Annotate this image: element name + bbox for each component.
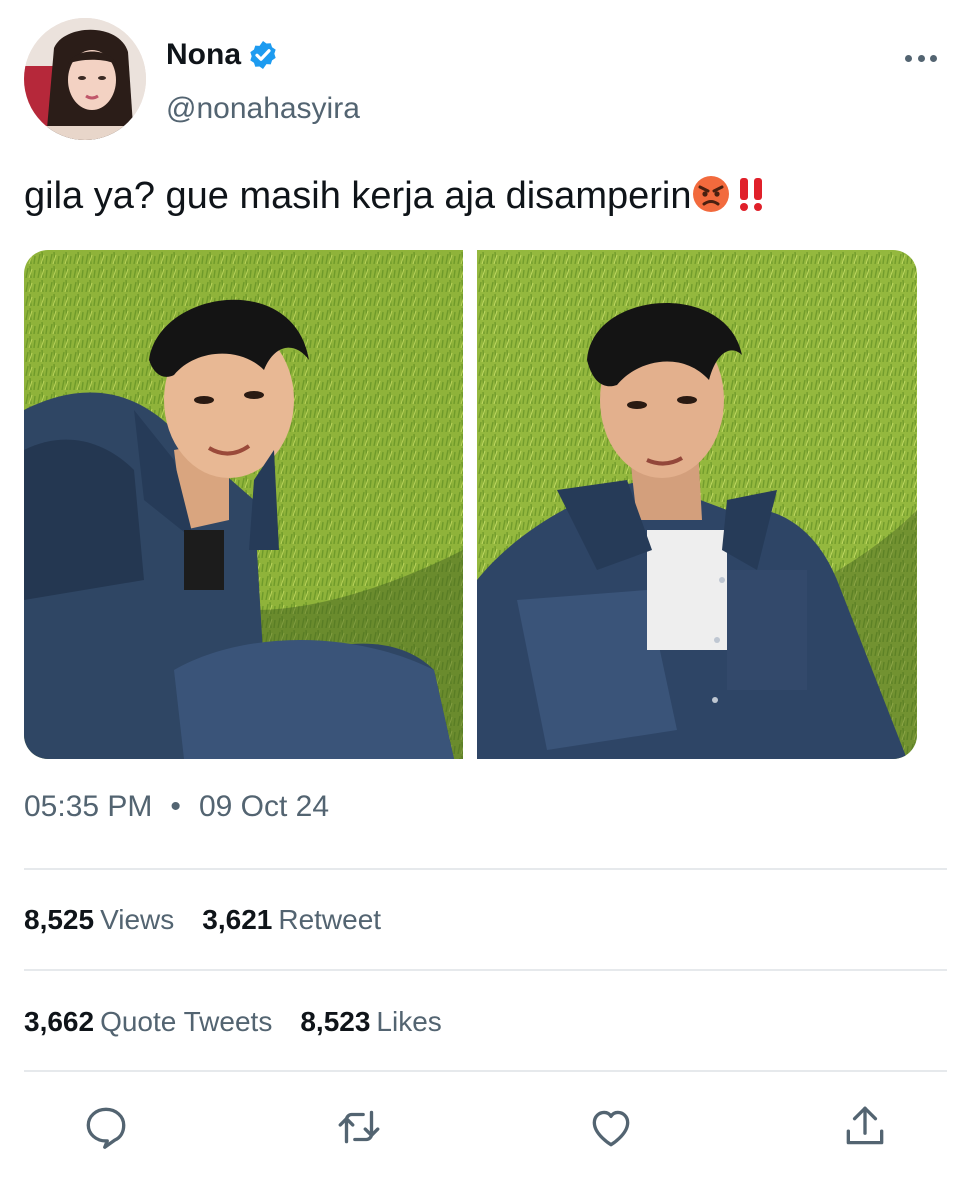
- display-name[interactable]: Nona: [166, 38, 279, 72]
- tweet-photo-1[interactable]: [24, 250, 463, 759]
- timestamp-separator: •: [170, 790, 181, 823]
- avatar-image: [24, 18, 146, 140]
- tweet-time: 05:35 PM: [24, 790, 153, 823]
- retweets-label: Retweet: [278, 904, 382, 935]
- retweets-count: 3,621: [202, 904, 273, 935]
- like-icon[interactable]: [586, 1102, 636, 1152]
- likes-label: Likes: [376, 1006, 442, 1037]
- user-handle[interactable]: @nonahasyira: [166, 92, 360, 126]
- angry-face-emoji: [691, 174, 731, 226]
- divider: [24, 969, 947, 971]
- quotes-label: Quote Tweets: [100, 1006, 273, 1037]
- reply-icon[interactable]: [81, 1102, 131, 1152]
- retweet-icon[interactable]: [334, 1102, 384, 1152]
- verified-badge-icon: [247, 39, 279, 71]
- views-label: Views: [100, 904, 175, 935]
- stats-row-2: 3,662 Quote Tweets 8,523 Likes: [24, 1006, 442, 1038]
- retweets-stat[interactable]: 3,621 Retweet: [202, 904, 381, 936]
- tweet-action-bar: [0, 1102, 971, 1152]
- tweet-text: gila ya? gue masih kerja aja disamperin: [24, 172, 771, 226]
- divider: [24, 868, 947, 870]
- display-name-text: Nona: [166, 38, 241, 71]
- share-icon[interactable]: [840, 1102, 890, 1152]
- avatar[interactable]: [24, 18, 146, 140]
- tweet-photo-2[interactable]: [477, 250, 917, 759]
- tweet-text-body: gila ya? gue masih kerja aja disamperin: [24, 175, 692, 217]
- tweet-date: 09 Oct 24: [198, 790, 330, 823]
- quote-tweets-stat[interactable]: 3,662 Quote Tweets: [24, 1006, 272, 1038]
- views-stat[interactable]: 8,525 Views: [24, 904, 174, 936]
- stats-row-1: 8,525 Views 3,621 Retweet: [24, 904, 381, 936]
- likes-stat[interactable]: 8,523 Likes: [300, 1006, 441, 1038]
- views-count: 8,525: [24, 904, 95, 935]
- more-icon[interactable]: [905, 50, 937, 66]
- tweet-timestamp[interactable]: 05:35 PM • 09 Oct 24: [24, 790, 329, 824]
- likes-count: 8,523: [300, 1006, 371, 1037]
- quotes-count: 3,662: [24, 1006, 95, 1037]
- divider: [24, 1070, 947, 1072]
- double-exclamation-emoji: [731, 174, 771, 226]
